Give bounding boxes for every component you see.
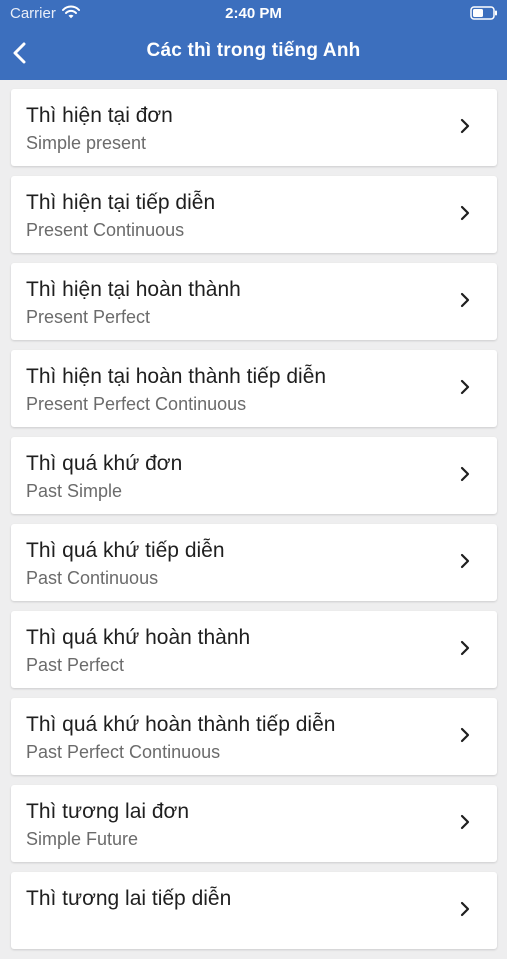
list-item-title: Thì tương lai đơn (26, 800, 190, 823)
tense-list: Thì hiện tại đơn Simple present Thì hiện… (11, 89, 497, 959)
list-item-present-perfect-continuous[interactable]: Thì hiện tại hoàn thành tiếp diễn Presen… (11, 350, 497, 427)
list-item-title: Thì quá khứ hoàn thành tiếp diễn (26, 713, 336, 736)
chevron-right-icon (460, 727, 470, 743)
list-item-past-perfect[interactable]: Thì quá khứ hoàn thành Past Perfect (11, 611, 497, 688)
list-item-subtitle: Past Simple (26, 481, 123, 501)
list-item-title: Thì quá khứ đơn (26, 452, 183, 475)
list-item-simple-future[interactable]: Thì tương lai đơn Simple Future (11, 785, 497, 862)
list-item-past-simple[interactable]: Thì quá khứ đơn Past Simple (11, 437, 497, 514)
list-item-present-perfect[interactable]: Thì hiện tại hoàn thành Present Perfect (11, 263, 497, 340)
list-item-past-continuous[interactable]: Thì quá khứ tiếp diễn Past Continuous (11, 524, 497, 601)
navigation-bar: Các thì trong tiếng Anh (0, 28, 507, 78)
list-item-subtitle: Simple Future (26, 829, 139, 849)
list-item-title: Thì hiện tại đơn (26, 104, 173, 127)
chevron-right-icon (460, 292, 470, 308)
list-item-simple-present[interactable]: Thì hiện tại đơn Simple present (11, 89, 497, 166)
status-time: 2:40 PM (225, 5, 282, 22)
status-bar: Carrier 2:40 PM (0, 0, 507, 28)
list-item-title: Thì tương lai tiếp diễn (26, 887, 232, 910)
list-item-subtitle: Present Perfect Continuous (26, 394, 247, 414)
list-item-future-continuous[interactable]: Thì tương lai tiếp diễn (11, 872, 497, 949)
list-item-present-continuous[interactable]: Thì hiện tại tiếp diễn Present Continuou… (11, 176, 497, 253)
chevron-right-icon (460, 118, 470, 134)
list-item-subtitle: Past Continuous (26, 568, 159, 588)
page-title: Các thì trong tiếng Anh (146, 40, 361, 61)
list-item-title: Thì quá khứ hoàn thành (26, 626, 251, 649)
chevron-right-icon (460, 901, 470, 917)
list-item-subtitle: Past Perfect Continuous (26, 742, 221, 762)
chevron-right-icon (460, 553, 470, 569)
chevron-right-icon (460, 379, 470, 395)
list-item-title: Thì hiện tại hoàn thành tiếp diễn (26, 365, 327, 388)
list-item-subtitle: Present Perfect (26, 307, 151, 327)
list-item-title: Thì hiện tại tiếp diễn (26, 191, 216, 214)
chevron-right-icon (460, 814, 470, 830)
battery-icon (470, 6, 498, 20)
chevron-right-icon (460, 466, 470, 482)
app-header: Carrier 2:40 PM Các thì trong tiếng Anh (0, 0, 507, 80)
list-item-subtitle: Present Continuous (26, 220, 185, 240)
chevron-right-icon (460, 205, 470, 221)
list-item-subtitle: Simple present (26, 133, 147, 153)
chevron-right-icon (460, 640, 470, 656)
list-item-past-perfect-continuous[interactable]: Thì quá khứ hoàn thành tiếp diễn Past Pe… (11, 698, 497, 775)
list-item-subtitle: Past Perfect (26, 655, 125, 675)
list-item-title: Thì hiện tại hoàn thành (26, 278, 241, 301)
list-item-title: Thì quá khứ tiếp diễn (26, 539, 225, 562)
